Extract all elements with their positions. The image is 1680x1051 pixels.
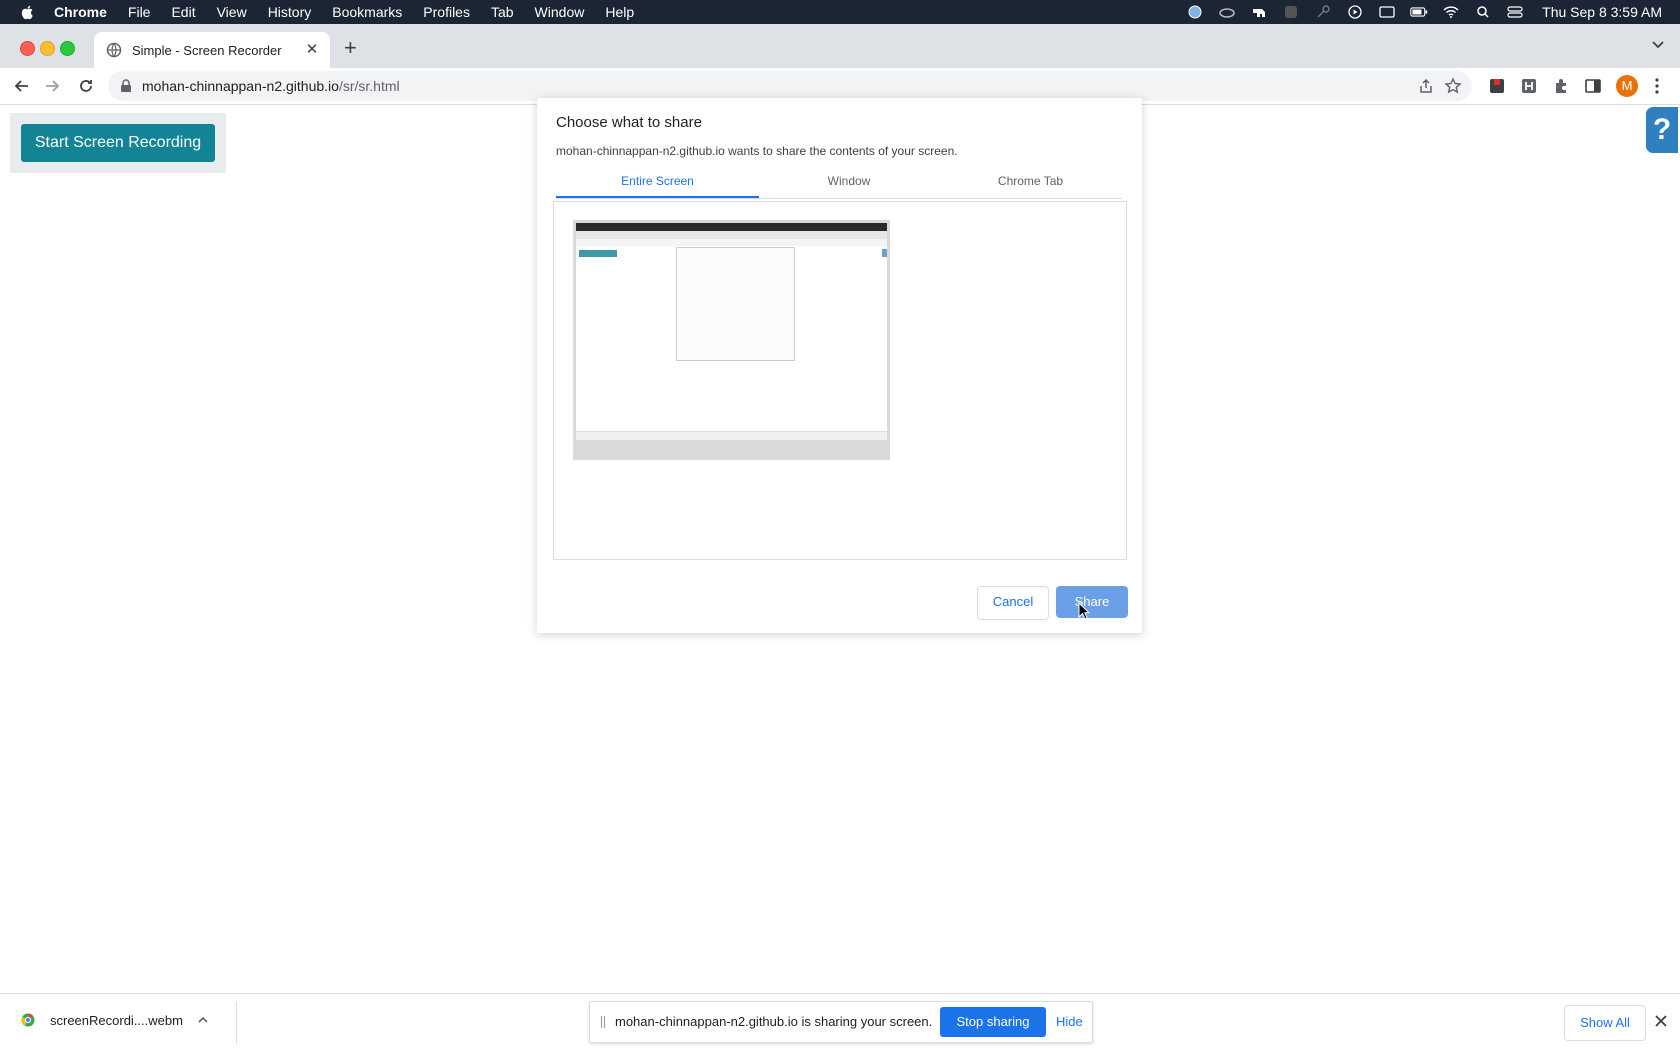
address-bar[interactable]: mohan-chinnappan-n2.github.io/sr/sr.html (108, 71, 1472, 101)
play-icon[interactable] (1346, 5, 1364, 19)
menu-tab[interactable]: Tab (491, 4, 514, 20)
menu-bookmarks[interactable]: Bookmarks (332, 4, 402, 20)
tab-chrome-tab[interactable]: Chrome Tab (939, 168, 1122, 196)
share-icon[interactable] (1418, 78, 1434, 94)
close-icon[interactable] (1654, 1014, 1668, 1028)
share-picker-dialog: Choose what to share mohan-chinnappan-n2… (537, 98, 1142, 633)
control-center-icon[interactable] (1506, 5, 1524, 19)
globe-favicon-icon (106, 42, 122, 58)
start-button-container: Start Screen Recording (10, 113, 226, 173)
cancel-button[interactable]: Cancel (977, 586, 1049, 620)
tab-window[interactable]: Window (759, 168, 939, 196)
share-button[interactable]: Share (1056, 586, 1128, 618)
help-button[interactable]: ? (1646, 107, 1678, 153)
mouse-pointer-icon (1078, 602, 1090, 620)
more-menu-icon[interactable] (1654, 77, 1660, 95)
screen-sharing-bar: mohan-chinnappan-n2.github.io is sharing… (589, 1001, 1093, 1043)
browser-tab-strip: Simple - Screen Recorder ✕ + (0, 24, 1680, 68)
screen-source-list (553, 201, 1127, 560)
screen-preview-image (576, 223, 887, 440)
globe-icon[interactable] (1186, 5, 1204, 19)
window-minimize-button[interactable] (40, 41, 55, 56)
forward-arrow-icon[interactable] (42, 76, 62, 96)
hide-link[interactable]: Hide (1056, 1014, 1083, 1029)
stop-sharing-button[interactable]: Stop sharing (940, 1007, 1046, 1037)
menu-file[interactable]: File (128, 4, 151, 20)
menu-window[interactable]: Window (535, 4, 585, 20)
divider (236, 1002, 237, 1044)
wifi-icon[interactable] (1442, 5, 1460, 19)
menu-bar-status-area: Thu Sep 8 3:59 AM (1186, 0, 1662, 24)
bookmark-star-icon[interactable] (1444, 77, 1462, 95)
bookmark-extension-icon[interactable] (1488, 77, 1506, 95)
dialog-title: Choose what to share (556, 114, 702, 131)
url-host: mohan-chinnappan-n2.github.io (142, 78, 339, 94)
grammarly-icon[interactable] (1282, 5, 1300, 19)
apple-icon[interactable] (20, 4, 36, 20)
tab-title: Simple - Screen Recorder (132, 42, 282, 58)
h-extension-icon[interactable] (1520, 77, 1538, 95)
download-file-name: screenRecordi....webm (50, 1012, 183, 1028)
tab-entire-screen[interactable]: Entire Screen (556, 168, 759, 198)
dialog-subtitle: mohan-chinnappan-n2.github.io wants to s… (556, 144, 958, 158)
chevron-down-icon[interactable] (1650, 36, 1666, 52)
window-close-button[interactable] (20, 41, 35, 56)
url-path: /sr/sr.html (338, 78, 400, 94)
window-zoom-button[interactable] (60, 41, 75, 56)
side-panel-icon[interactable] (1584, 77, 1602, 95)
elephant-icon[interactable] (1250, 5, 1268, 19)
show-all-button[interactable]: Show All (1564, 1005, 1646, 1041)
back-arrow-icon[interactable] (12, 76, 32, 96)
menu-history[interactable]: History (268, 4, 312, 20)
menu-help[interactable]: Help (605, 4, 634, 20)
start-screen-recording-button[interactable]: Start Screen Recording (21, 124, 215, 162)
tab-close-icon[interactable]: ✕ (304, 42, 320, 58)
chrome-file-icon (21, 1013, 35, 1027)
menu-chrome[interactable]: Chrome (54, 4, 107, 20)
chevron-up-icon[interactable] (197, 1014, 209, 1026)
share-source-tabs: Entire Screen Window Chrome Tab (556, 168, 1122, 199)
app-menu: Chrome File Edit View History Bookmarks … (54, 4, 655, 20)
lock-icon[interactable] (120, 79, 132, 93)
search-icon[interactable] (1474, 5, 1492, 19)
drag-handle-icon[interactable] (600, 1016, 606, 1028)
menu-edit[interactable]: Edit (171, 4, 195, 20)
battery-icon[interactable] (1410, 5, 1428, 19)
key-icon[interactable] (1314, 5, 1332, 19)
cloud-icon[interactable] (1218, 5, 1236, 19)
browser-tab-active[interactable]: Simple - Screen Recorder ✕ (94, 32, 330, 68)
menu-bar-clock[interactable]: Thu Sep 8 3:59 AM (1542, 4, 1662, 20)
new-tab-button[interactable]: + (344, 36, 357, 60)
menu-view[interactable]: View (217, 4, 247, 20)
keyboard-icon[interactable] (1378, 5, 1396, 19)
profile-avatar[interactable]: M (1616, 75, 1638, 97)
macos-menu-bar: Chrome File Edit View History Bookmarks … (0, 0, 1680, 24)
download-shelf: screenRecordi....webm mohan-chinnappan-n… (0, 993, 1680, 1051)
puzzle-extensions-icon[interactable] (1552, 77, 1570, 95)
entire-screen-thumbnail[interactable] (573, 220, 890, 460)
download-item[interactable]: screenRecordi....webm (20, 1012, 209, 1028)
menu-profiles[interactable]: Profiles (423, 4, 470, 20)
url-text: mohan-chinnappan-n2.github.io/sr/sr.html (142, 78, 400, 94)
reload-icon[interactable] (76, 76, 96, 96)
sharing-message: mohan-chinnappan-n2.github.io is sharing… (615, 1014, 933, 1029)
